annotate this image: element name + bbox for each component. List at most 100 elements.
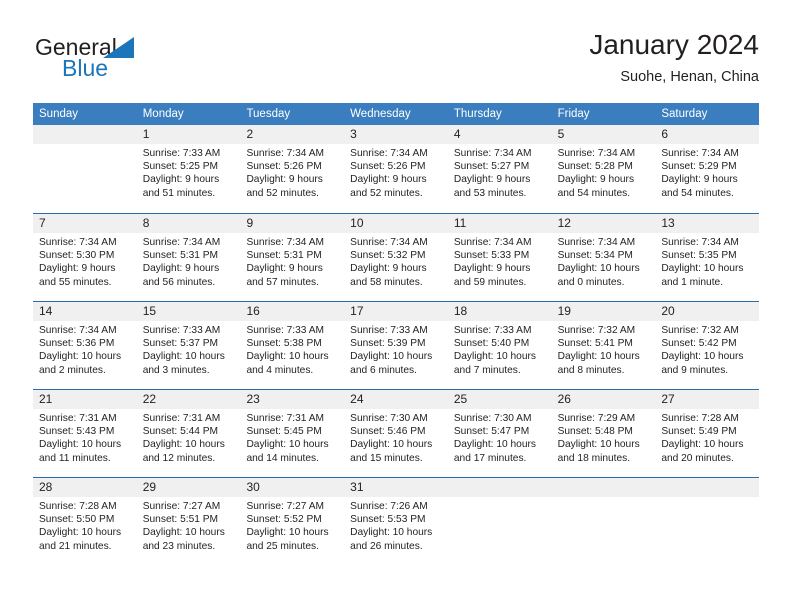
day-sunrise-text: Sunrise: 7:32 AM <box>661 325 739 336</box>
day-number: 8 <box>136 214 241 233</box>
day-daylight2-text: and 25 minutes. <box>246 540 319 552</box>
day-cell[interactable]: 8 Sunrise: 7:34 AM Sunset: 5:31 PM Daylight… <box>136 214 241 301</box>
day-cell[interactable]: 16 Sunrise: 7:33 AM Sunset: 5:38 PM Dayligh… <box>240 302 345 389</box>
day-details: Sunrise: 7:28 AM Sunset: 5:49 PM Daylight:… <box>655 409 759 465</box>
day-sunrise-text: Sunrise: 7:33 AM <box>350 325 428 336</box>
day-cell[interactable]: 22 Sunrise: 7:31 AM Sunset: 5:44 PM Dayligh… <box>136 390 241 477</box>
day-cell[interactable]: 13 Sunrise: 7:34 AM Sunset: 5:35 PM Dayligh… <box>655 214 760 301</box>
day-cell[interactable]: 23 Sunrise: 7:31 AM Sunset: 5:45 PM Dayligh… <box>240 390 345 477</box>
day-daylight2-text: and 11 minutes. <box>39 452 111 464</box>
day-number: 28 <box>33 478 137 497</box>
day-details: Sunrise: 7:28 AM Sunset: 5:50 PM Daylight:… <box>33 497 137 553</box>
weekday-header-friday: Friday <box>557 108 590 120</box>
day-details: Sunrise: 7:30 AM Sunset: 5:46 PM Daylight:… <box>344 409 448 465</box>
day-cell[interactable]: 3 Sunrise: 7:34 AM Sunset: 5:26 PM Daylight… <box>344 125 448 213</box>
day-daylight2-text: and 15 minutes. <box>350 452 423 464</box>
day-sunset-text: Sunset: 5:37 PM <box>142 338 219 350</box>
day-sunrise-text: Sunrise: 7:29 AM <box>557 413 636 424</box>
day-sunrise-text: Sunrise: 7:33 AM <box>453 325 532 336</box>
day-sunset-text: Sunset: 5:28 PM <box>557 161 633 173</box>
day-daylight2-text: and 1 minute. <box>661 276 724 288</box>
day-daylight2-text: and 17 minutes. <box>453 452 527 464</box>
day-cell[interactable]: 26 Sunrise: 7:29 AM Sunset: 5:48 PM Dayligh… <box>551 390 656 477</box>
day-number: 25 <box>447 390 552 409</box>
day-daylight1-text: Daylight: 10 hours <box>142 351 225 363</box>
day-cell[interactable]: 5 Sunrise: 7:34 AM Sunset: 5:28 PM Daylight… <box>551 125 656 213</box>
day-daylight1-text: Daylight: 10 hours <box>557 351 640 363</box>
day-sunset-text: Sunset: 5:31 PM <box>246 250 322 262</box>
day-daylight1-text: Daylight: 9 hours <box>453 174 531 186</box>
day-daylight1-text: Daylight: 10 hours <box>246 439 329 451</box>
day-cell[interactable]: 25 Sunrise: 7:30 AM Sunset: 5:47 PM Dayligh… <box>447 390 552 477</box>
day-number <box>551 478 656 497</box>
day-cell[interactable]: 2 Sunrise: 7:34 AM Sunset: 5:26 PM Daylight… <box>240 125 345 213</box>
day-details: Sunrise: 7:34 AM Sunset: 5:28 PM Daylight:… <box>552 144 656 200</box>
day-cell-empty <box>655 478 760 565</box>
day-sunset-text: Sunset: 5:35 PM <box>661 250 737 262</box>
day-sunset-text: Sunset: 5:49 PM <box>661 426 737 438</box>
day-daylight2-text: and 56 minutes. <box>142 276 216 288</box>
day-details: Sunrise: 7:34 AM Sunset: 5:31 PM Daylight:… <box>137 233 241 289</box>
day-cell[interactable]: 10 Sunrise: 7:34 AM Sunset: 5:32 PM Dayligh… <box>344 214 448 301</box>
day-cell[interactable]: 1 Sunrise: 7:33 AM Sunset: 5:25 PM Daylight… <box>136 125 241 213</box>
day-sunset-text: Sunset: 5:44 PM <box>142 426 219 438</box>
day-daylight2-text: and 12 minutes. <box>142 452 216 464</box>
logo-text-blue: Blue <box>62 55 109 81</box>
day-number <box>33 125 137 144</box>
day-daylight1-text: Daylight: 9 hours <box>453 263 531 275</box>
day-cell[interactable]: 18 Sunrise: 7:33 AM Sunset: 5:40 PM Dayligh… <box>447 302 552 389</box>
day-details: Sunrise: 7:31 AM Sunset: 5:45 PM Daylight:… <box>240 409 344 465</box>
day-number: 22 <box>136 390 241 409</box>
day-cell[interactable]: 30 Sunrise: 7:27 AM Sunset: 5:52 PM Dayligh… <box>240 478 345 565</box>
day-daylight1-text: Daylight: 9 hours <box>142 174 220 186</box>
day-cell[interactable]: 31 Sunrise: 7:26 AM Sunset: 5:53 PM Dayligh… <box>344 478 448 565</box>
day-sunrise-text: Sunrise: 7:34 AM <box>350 237 428 248</box>
day-number: 15 <box>136 302 241 321</box>
day-daylight2-text: and 8 minutes. <box>557 364 625 376</box>
day-cell[interactable]: 15 Sunrise: 7:33 AM Sunset: 5:37 PM Dayligh… <box>136 302 241 389</box>
day-cell[interactable]: 29 Sunrise: 7:27 AM Sunset: 5:51 PM Dayligh… <box>136 478 241 565</box>
day-cell[interactable]: 19 Sunrise: 7:32 AM Sunset: 5:41 PM Dayligh… <box>551 302 656 389</box>
day-sunset-text: Sunset: 5:33 PM <box>453 250 530 262</box>
day-cell[interactable]: 17 Sunrise: 7:33 AM Sunset: 5:39 PM Dayligh… <box>344 302 448 389</box>
day-cell[interactable]: 7 Sunrise: 7:34 AM Sunset: 5:30 PM Daylight… <box>33 214 137 301</box>
day-number: 21 <box>33 390 137 409</box>
day-daylight1-text: Daylight: 10 hours <box>661 351 744 363</box>
day-details: Sunrise: 7:34 AM Sunset: 5:31 PM Daylight:… <box>240 233 344 289</box>
day-sunset-text: Sunset: 5:26 PM <box>246 161 322 173</box>
day-sunset-text: Sunset: 5:47 PM <box>453 426 530 438</box>
day-cell[interactable]: 20 Sunrise: 7:32 AM Sunset: 5:42 PM Dayligh… <box>655 302 760 389</box>
day-cell[interactable]: 28 Sunrise: 7:28 AM Sunset: 5:50 PM Dayligh… <box>33 478 137 565</box>
day-cell[interactable]: 14 Sunrise: 7:34 AM Sunset: 5:36 PM Dayligh… <box>33 302 137 389</box>
day-sunrise-text: Sunrise: 7:34 AM <box>661 237 739 248</box>
day-cell[interactable]: 9 Sunrise: 7:34 AM Sunset: 5:31 PM Daylight… <box>240 214 345 301</box>
day-cell-empty <box>551 478 656 565</box>
day-number: 6 <box>655 125 760 144</box>
day-cell[interactable]: 21 Sunrise: 7:31 AM Sunset: 5:43 PM Dayligh… <box>33 390 137 477</box>
day-cell-empty <box>447 478 552 565</box>
day-sunrise-text: Sunrise: 7:32 AM <box>557 325 636 336</box>
day-details: Sunrise: 7:34 AM Sunset: 5:30 PM Daylight:… <box>33 233 137 289</box>
day-sunrise-text: Sunrise: 7:27 AM <box>246 501 325 512</box>
day-daylight1-text: Daylight: 10 hours <box>39 439 122 451</box>
day-daylight1-text: Daylight: 9 hours <box>246 174 323 186</box>
day-cell[interactable]: 11 Sunrise: 7:34 AM Sunset: 5:33 PM Dayligh… <box>447 214 552 301</box>
day-cell[interactable]: 4 Sunrise: 7:34 AM Sunset: 5:27 PM Daylight… <box>447 125 552 213</box>
day-daylight2-text: and 20 minutes. <box>661 452 734 464</box>
day-cell[interactable]: 6 Sunrise: 7:34 AM Sunset: 5:29 PM Daylight… <box>655 125 760 213</box>
day-cell[interactable]: 27 Sunrise: 7:28 AM Sunset: 5:49 PM Dayligh… <box>655 390 760 477</box>
day-sunrise-text: Sunrise: 7:34 AM <box>453 237 532 248</box>
day-number: 23 <box>240 390 345 409</box>
day-sunrise-text: Sunrise: 7:34 AM <box>557 237 636 248</box>
day-cell[interactable]: 12 Sunrise: 7:34 AM Sunset: 5:34 PM Dayligh… <box>551 214 656 301</box>
day-sunrise-text: Sunrise: 7:34 AM <box>39 237 117 248</box>
day-sunset-text: Sunset: 5:48 PM <box>557 426 633 438</box>
day-daylight2-text: and 54 minutes. <box>661 187 734 199</box>
day-cell[interactable]: 24 Sunrise: 7:30 AM Sunset: 5:46 PM Dayligh… <box>344 390 448 477</box>
day-number: 29 <box>136 478 241 497</box>
day-number: 16 <box>240 302 345 321</box>
general-blue-logo[interactable]: General Blue <box>33 34 233 90</box>
day-sunset-text: Sunset: 5:31 PM <box>142 250 219 262</box>
day-daylight1-text: Daylight: 10 hours <box>350 351 433 363</box>
day-sunrise-text: Sunrise: 7:34 AM <box>350 148 428 159</box>
